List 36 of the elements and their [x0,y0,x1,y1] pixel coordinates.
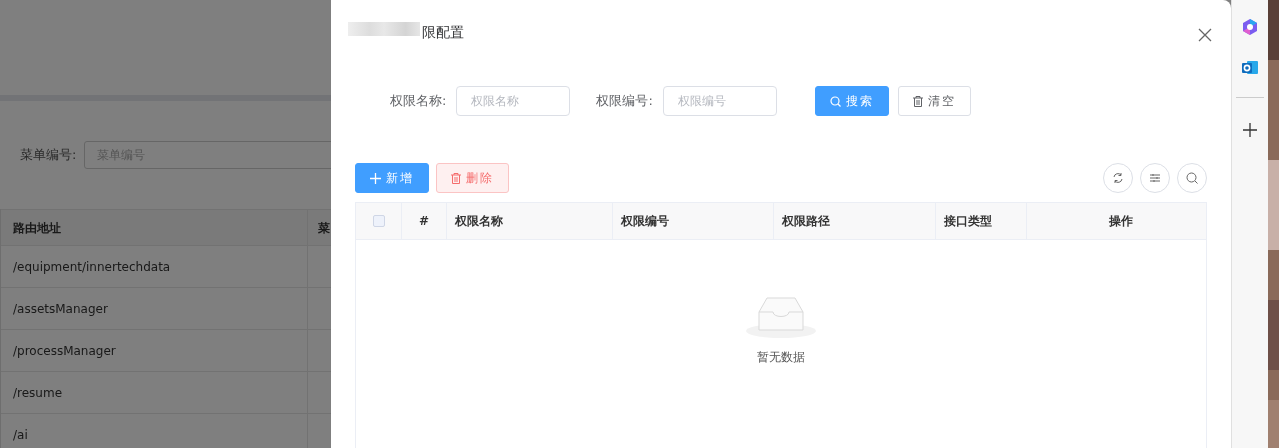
column-header: 权限名称 [455,213,503,230]
search-field[interactable]: 权限名称 [456,86,571,116]
search-button[interactable] [1177,163,1207,193]
trash-icon [912,95,923,107]
field-label: 权限名称: [390,92,447,110]
column-header: 操作 [1108,213,1133,230]
search-field[interactable]: 权限编号 [662,86,777,116]
route-cell-text: /processManager [13,342,116,360]
column-header: # [418,213,430,230]
refresh-icon [1111,171,1125,185]
clear-button[interactable]: 清空 [897,86,971,116]
column-header: 路由地址 [13,219,61,237]
select-all-checkbox[interactable] [372,215,385,227]
route-cell-text: /equipment/innertechdata [13,258,171,276]
column-header: 权限编号 [621,213,669,230]
search-button[interactable]: 搜索 [814,86,889,116]
drawer-title: 限配置 [422,23,464,42]
column-header: 权限路径 [782,213,830,230]
field-label: 权限编号: [596,92,653,110]
trash-icon [451,172,461,184]
blurred-text [348,22,420,36]
search-icon [829,95,841,107]
plus-icon [370,172,381,184]
route-cell-text: /assetsManager [13,300,108,318]
route-cell-text: /resume [13,384,63,402]
sliders-icon [1148,171,1162,185]
search-icon [1185,171,1199,185]
delete-button[interactable]: 删除 [436,163,509,193]
copilot-icon[interactable] [1240,17,1260,37]
column-header: 接口类型 [944,213,992,230]
column-header: 菜 [317,219,330,237]
route-cell-text: /ai [13,426,28,444]
empty-text: 暂无数据 [757,349,805,366]
filter-label: 菜单编号: [20,146,77,165]
add-button[interactable]: 新增 [355,163,429,193]
add-icon[interactable] [1240,120,1260,140]
